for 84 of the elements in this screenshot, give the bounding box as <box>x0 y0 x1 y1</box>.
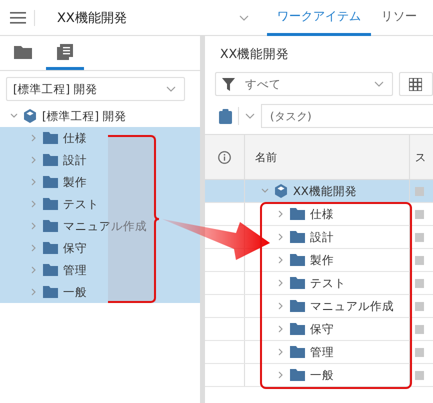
folder-icon <box>290 369 305 381</box>
row-name: テスト <box>310 276 346 290</box>
chevron-icon[interactable] <box>261 187 269 195</box>
folder-icon <box>43 264 58 276</box>
chevron-icon[interactable] <box>277 348 285 356</box>
chevron-icon[interactable] <box>30 134 38 142</box>
project-title: XX機能開発 <box>57 10 128 26</box>
folder-icon <box>43 154 58 166</box>
type-field[interactable]: (タスク) <box>261 104 433 128</box>
chevron-icon[interactable] <box>30 200 38 208</box>
chevron-icon[interactable] <box>277 233 285 241</box>
panel-title: XX機能開発 <box>219 45 290 63</box>
folder-icon <box>43 132 58 144</box>
documents-icon <box>57 44 73 60</box>
chevron-icon[interactable] <box>10 112 18 120</box>
caret-icon[interactable] <box>245 113 255 119</box>
folder-icon <box>290 300 305 312</box>
row-name: 保守 <box>310 322 334 336</box>
row-name: 設計 <box>310 230 334 244</box>
tree-item[interactable]: 保守 <box>0 237 200 259</box>
row-name: 一般 <box>310 368 334 382</box>
status-checkbox[interactable] <box>415 302 424 310</box>
folder-icon <box>290 323 305 335</box>
column-header[interactable]: 名前 <box>245 135 410 179</box>
grid-view-button[interactable] <box>399 72 433 96</box>
tree-item[interactable]: [標準工程] 開発 <box>0 105 200 127</box>
folder-icon <box>290 346 305 358</box>
nav-tab[interactable]: リソー <box>371 0 427 36</box>
info-icon[interactable] <box>218 150 231 164</box>
row-name: 管理 <box>310 344 334 360</box>
status-checkbox[interactable] <box>415 324 424 334</box>
chevron-icon[interactable] <box>30 156 38 164</box>
chevron-icon[interactable] <box>277 279 285 287</box>
folder-icon <box>290 277 305 289</box>
folder-icon <box>43 220 58 232</box>
chevron-icon[interactable] <box>277 302 285 310</box>
status-checkbox[interactable] <box>415 278 424 288</box>
folder-icon <box>14 44 32 59</box>
chevron-icon[interactable] <box>30 288 38 296</box>
cube-icon <box>23 109 37 123</box>
folder-icon <box>43 242 58 254</box>
status-checkbox[interactable] <box>415 370 424 380</box>
status-checkbox[interactable] <box>415 256 424 264</box>
process-select[interactable]: [標準工程] 開発 <box>6 77 185 101</box>
folder-icon <box>43 198 58 210</box>
clipboard-icon[interactable] <box>219 108 232 124</box>
tree-item[interactable]: マニュアル作成 <box>0 215 200 237</box>
tree-item[interactable]: 仕様 <box>0 127 200 149</box>
caret-icon[interactable] <box>239 14 249 20</box>
chevron-icon[interactable] <box>30 222 38 230</box>
caret-icon <box>166 86 176 92</box>
grid-icon <box>409 78 422 90</box>
row-name: 仕様 <box>310 206 334 222</box>
column-header[interactable]: ス <box>410 135 433 179</box>
filter-icon <box>222 78 235 90</box>
menu-icon[interactable] <box>10 12 26 24</box>
row-name: 製作 <box>310 252 334 268</box>
cube-icon <box>274 184 288 198</box>
folder-icon <box>290 231 305 243</box>
folder-icon <box>43 176 58 188</box>
status-checkbox[interactable] <box>415 186 424 196</box>
row-name: マニュアル作成 <box>310 298 394 314</box>
tree-item[interactable]: テスト <box>0 193 200 215</box>
tree-item[interactable]: 設計 <box>0 149 200 171</box>
chevron-icon[interactable] <box>277 325 285 333</box>
nav-tab[interactable]: ワークアイテム <box>267 0 371 36</box>
filter-select[interactable]: すべて <box>215 72 393 96</box>
tree-item[interactable]: 一般 <box>0 281 200 303</box>
chevron-icon[interactable] <box>30 244 38 252</box>
chevron-icon[interactable] <box>277 256 285 264</box>
chevron-icon[interactable] <box>30 178 38 186</box>
folder-icon <box>43 286 58 298</box>
chevron-icon[interactable] <box>277 210 285 218</box>
status-checkbox[interactable] <box>415 210 424 218</box>
tree-item[interactable]: 管理 <box>0 259 200 281</box>
chevron-icon[interactable] <box>277 371 285 379</box>
folder-icon <box>290 208 305 220</box>
status-checkbox[interactable] <box>415 232 424 242</box>
chevron-icon[interactable] <box>30 266 38 274</box>
tree-item[interactable]: 製作 <box>0 171 200 193</box>
caret-icon <box>374 81 384 87</box>
row-name: XX機能開発 <box>293 184 357 198</box>
status-checkbox[interactable] <box>415 348 424 356</box>
folder-icon <box>290 254 305 266</box>
